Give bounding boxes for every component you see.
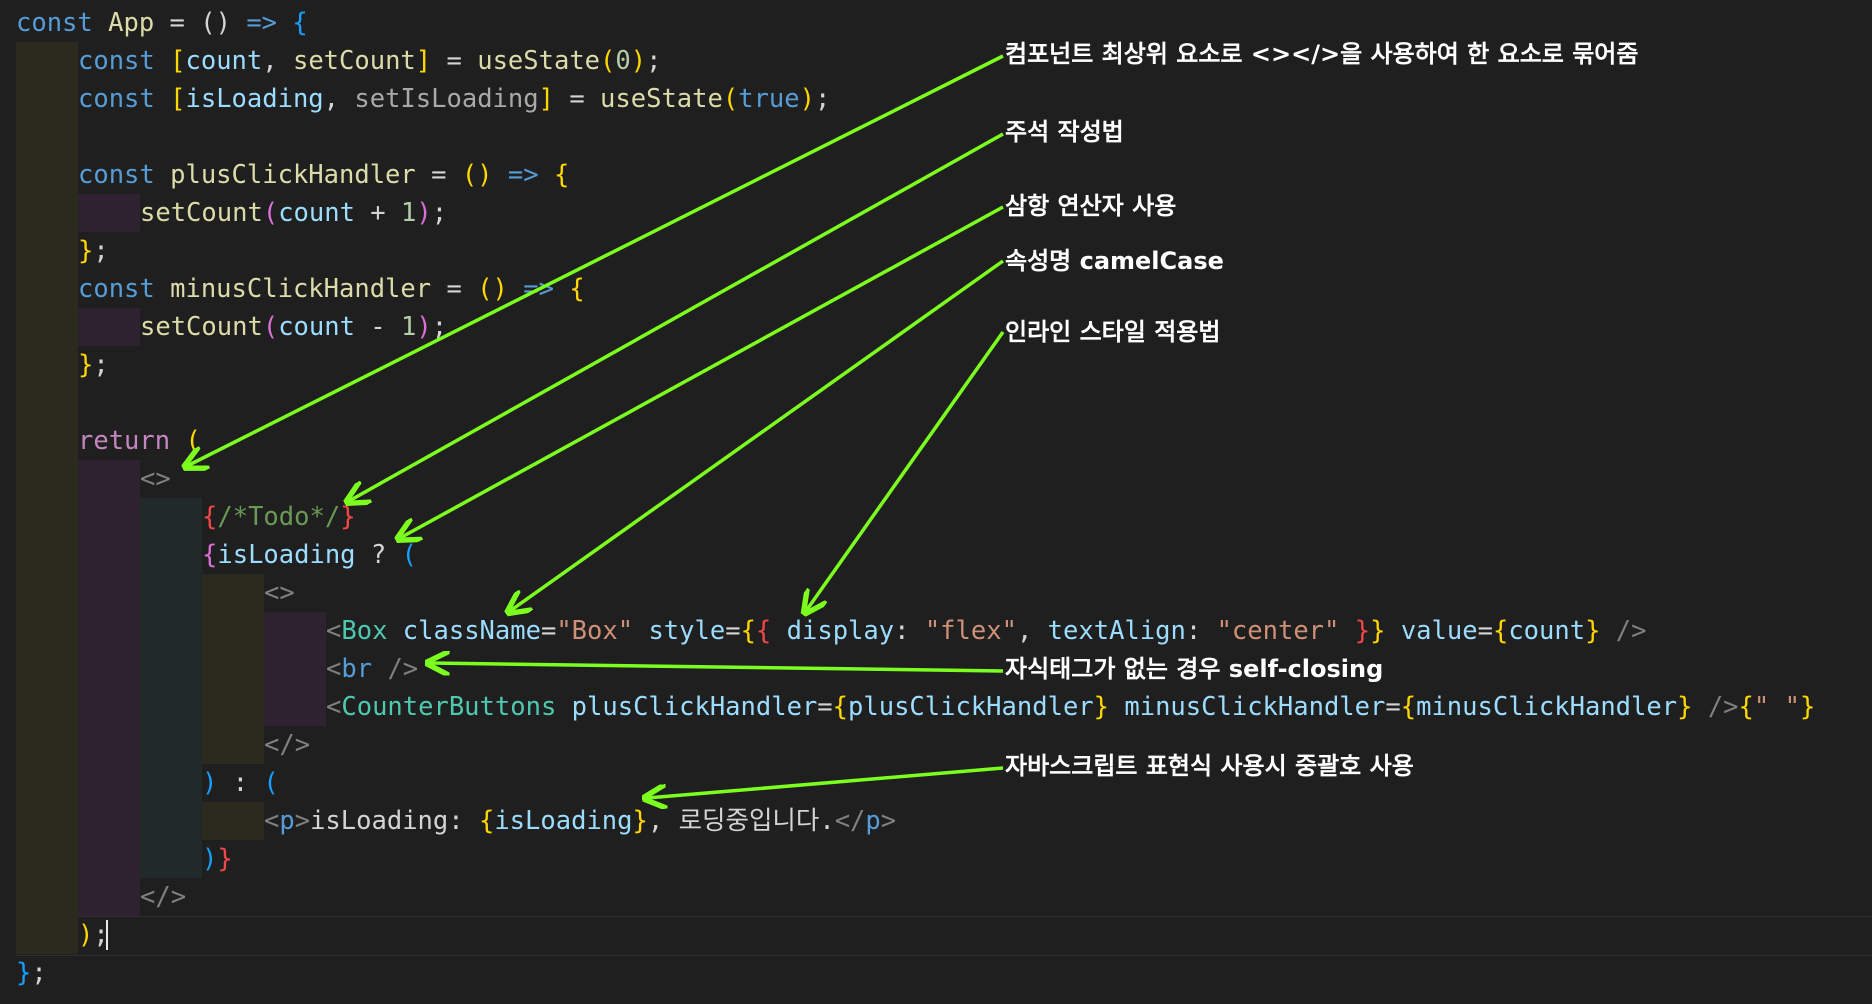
arrow-ternary-annotation (400, 205, 1004, 538)
annotation-inline-style: 인라인 스타일 적용법 (1005, 318, 1221, 346)
arrow-self-closing-annotation (430, 663, 1004, 671)
annotation-ternary: 삼항 연산자 사용 (1005, 192, 1177, 220)
arrow-expression-annotation (647, 766, 1004, 798)
arrow-fragment-annotation (187, 54, 1004, 466)
annotation-self-closing: 자식태그가 없는 경우 self-closing (1005, 655, 1384, 683)
annotation-camelcase: 속성명 camelCase (1005, 247, 1224, 275)
annotation-expression: 자바스크립트 표현식 사용시 중괄호 사용 (1005, 752, 1414, 780)
annotation-fragment: 컴포넌트 최상위 요소로 <></>을 사용하여 한 요소로 묶어줌 (1005, 40, 1639, 68)
annotation-comment: 주석 작성법 (1005, 118, 1124, 146)
arrow-comment-annotation (349, 132, 1004, 501)
arrow-inline-style-annotation (806, 330, 1005, 611)
annotation-arrows (0, 54, 1005, 1004)
